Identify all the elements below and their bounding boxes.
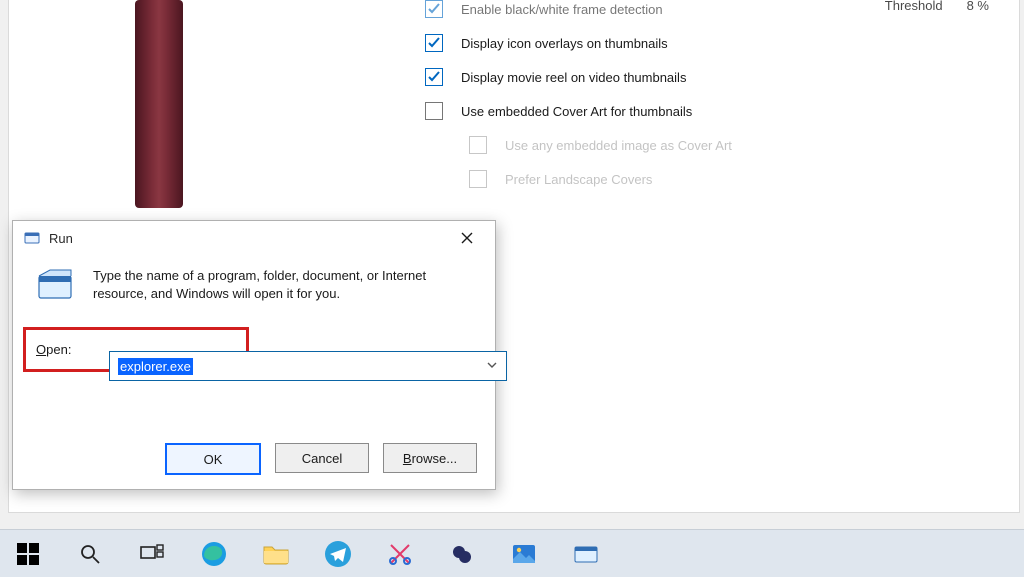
run-app-icon <box>35 267 75 307</box>
checkbox-any-embedded[interactable] <box>469 136 487 154</box>
cancel-button[interactable]: Cancel <box>275 443 369 473</box>
album-art-pillar <box>135 0 183 208</box>
telegram-button[interactable] <box>316 534 360 574</box>
label-bw-detection: Enable black/white frame detection <box>461 2 663 17</box>
edge-button[interactable] <box>192 534 236 574</box>
checkbox-movie-reel[interactable] <box>425 68 443 86</box>
run-icon <box>573 543 599 565</box>
edge-icon <box>200 540 228 568</box>
task-view-icon <box>140 544 164 564</box>
search-icon <box>79 543 101 565</box>
label-landscape-covers: Prefer Landscape Covers <box>505 172 652 187</box>
open-value: explorer.exe <box>118 358 193 375</box>
settings-list: Enable black/white frame detection Displ… <box>425 0 995 196</box>
run-dialog: Run Type the name of a program, folder, … <box>12 220 496 490</box>
search-button[interactable] <box>68 534 112 574</box>
browse-button[interactable]: Browse... <box>383 443 477 473</box>
telegram-icon <box>324 540 352 568</box>
photos-button[interactable] <box>502 534 546 574</box>
snip-icon <box>387 541 413 567</box>
label-embedded-cover: Use embedded Cover Art for thumbnails <box>461 104 692 119</box>
photos-icon <box>511 541 537 567</box>
checkbox-icon-overlays[interactable] <box>425 34 443 52</box>
taskbar <box>0 529 1024 577</box>
task-view-button[interactable] <box>130 534 174 574</box>
icofx-icon <box>450 542 474 566</box>
snipping-tool-button[interactable] <box>378 534 422 574</box>
open-combobox[interactable]: explorer.exe <box>109 351 507 381</box>
ok-button[interactable]: OK <box>165 443 261 475</box>
start-button[interactable] <box>6 534 50 574</box>
checkbox-landscape-covers[interactable] <box>469 170 487 188</box>
checkbox-bw-detection[interactable] <box>425 0 443 18</box>
run-button-row: OK Cancel Browse... <box>165 443 477 475</box>
label-movie-reel: Display movie reel on video thumbnails <box>461 70 686 85</box>
chevron-down-icon[interactable] <box>486 359 498 374</box>
run-taskbar-button[interactable] <box>564 534 608 574</box>
open-label: Open: <box>36 342 71 357</box>
checkbox-embedded-cover[interactable] <box>425 102 443 120</box>
run-titlebar-icon <box>23 229 41 247</box>
label-icon-overlays: Display icon overlays on thumbnails <box>461 36 668 51</box>
file-explorer-button[interactable] <box>254 534 298 574</box>
run-description: Type the name of a program, folder, docu… <box>93 267 453 307</box>
close-icon[interactable] <box>445 223 489 253</box>
icofx-button[interactable] <box>440 534 484 574</box>
windows-logo-icon <box>17 543 39 565</box>
run-title: Run <box>49 231 73 246</box>
run-titlebar[interactable]: Run <box>13 221 495 255</box>
label-any-embedded: Use any embedded image as Cover Art <box>505 138 732 153</box>
folder-icon <box>262 542 290 566</box>
